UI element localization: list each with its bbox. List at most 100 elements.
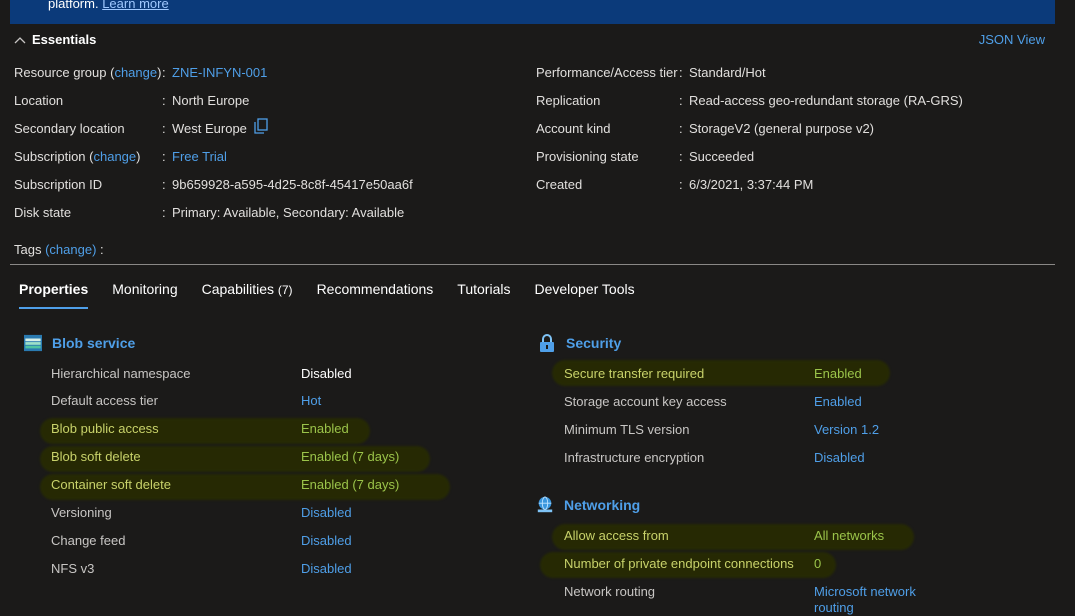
ess-label: Provisioning state xyxy=(536,149,639,164)
prop-change-feed: Change feed Disabled xyxy=(51,531,491,551)
replication-value: Read-access geo-redundant storage (RA-GR… xyxy=(689,93,963,108)
ess-label: Replication xyxy=(536,93,601,108)
prop-label: NFS v3 xyxy=(51,561,95,576)
resource-group-link[interactable]: ZNE-INFYN-001 xyxy=(172,64,267,82)
divider xyxy=(10,264,1055,265)
prop-label: Network routing xyxy=(564,584,656,599)
colon: : xyxy=(162,65,166,80)
prop-value-link[interactable]: Enabled xyxy=(814,364,862,384)
ess-label: Secondary location xyxy=(14,121,125,136)
colon: : xyxy=(162,205,166,220)
ess-label: Performance/Access tier xyxy=(536,65,678,80)
blob-service-title[interactable]: Blob service xyxy=(52,335,135,351)
prop-label: Hierarchical namespace xyxy=(51,366,191,381)
copy-icon[interactable] xyxy=(254,118,268,134)
prop-account-key-access: Storage account key access Enabled xyxy=(564,392,1004,412)
tags-change-link[interactable]: (change) xyxy=(45,242,96,257)
ess-row-account-kind: Account kind : StorageV2 (general purpos… xyxy=(536,120,1036,138)
change-link[interactable]: change xyxy=(114,65,157,80)
prop-private-endpoints: Number of private endpoint connections 0 xyxy=(564,554,1004,574)
tab-properties[interactable]: Properties xyxy=(19,281,89,309)
prop-infrastructure-encryption: Infrastructure encryption Disabled xyxy=(564,448,1004,468)
colon: : xyxy=(162,121,166,136)
prop-allow-access-from: Allow access from All networks xyxy=(564,526,1004,546)
prop-value-link[interactable]: Version 1.2 xyxy=(814,420,879,440)
essentials-toggle[interactable]: Essentials xyxy=(14,32,96,47)
prop-label: Container soft delete xyxy=(51,477,171,492)
performance-value: Standard/Hot xyxy=(689,65,766,80)
ess-row-replication: Replication : Read-access geo-redundant … xyxy=(536,92,1036,110)
prop-value-link[interactable]: Microsoft network routing xyxy=(814,584,916,616)
prop-value-link[interactable]: Enabled xyxy=(814,392,862,412)
tab-capabilities[interactable]: Capabilities (7) xyxy=(202,281,293,303)
prop-value-link[interactable]: Disabled xyxy=(301,559,352,579)
subscription-link[interactable]: Free Trial xyxy=(172,148,227,166)
ess-row-subscription: Subscription (change) : Free Trial xyxy=(14,148,514,166)
json-view-link[interactable]: JSON View xyxy=(979,32,1045,47)
networking-title[interactable]: Networking xyxy=(564,497,640,513)
colon: : xyxy=(679,121,683,136)
ess-row-secondary-location: Secondary location : West Europe xyxy=(14,118,514,138)
prop-label: Blob public access xyxy=(51,421,159,436)
prop-container-soft-delete: Container soft delete Enabled (7 days) xyxy=(51,475,491,495)
ess-label: Subscription (change) xyxy=(14,149,141,164)
colon: : xyxy=(679,177,683,192)
tags-label: Tags xyxy=(14,242,42,257)
prop-value-link[interactable]: 0 xyxy=(814,554,821,574)
created-value: 6/3/2021, 3:37:44 PM xyxy=(689,177,814,192)
tags-colon: : xyxy=(100,242,104,257)
location-value: North Europe xyxy=(172,93,250,108)
prop-value-link[interactable]: Enabled xyxy=(301,419,349,439)
prop-value-link[interactable]: Disabled xyxy=(301,531,352,551)
ess-row-disk-state: Disk state : Primary: Available, Seconda… xyxy=(14,204,514,222)
security-header: Security xyxy=(538,334,621,352)
learn-more-link[interactable]: Learn more xyxy=(102,0,168,11)
tab-developer-tools[interactable]: Developer Tools xyxy=(534,281,634,303)
ess-row-performance: Performance/Access tier : Standard/Hot xyxy=(536,64,1036,82)
prop-nfs-v3: NFS v3 Disabled xyxy=(51,559,491,579)
prop-value-link[interactable]: All networks xyxy=(814,526,884,546)
colon: : xyxy=(679,93,683,108)
blob-service-header: Blob service xyxy=(24,334,135,352)
prop-blob-public-access: Blob public access Enabled xyxy=(51,419,491,439)
tab-tutorials[interactable]: Tutorials xyxy=(457,281,510,303)
prop-value-link[interactable]: Enabled (7 days) xyxy=(301,447,399,467)
prop-value-link[interactable]: Hot xyxy=(301,391,321,411)
ess-row-created: Created : 6/3/2021, 3:37:44 PM xyxy=(536,176,1036,194)
prop-label: Change feed xyxy=(51,533,126,548)
prop-label: Default access tier xyxy=(51,393,158,408)
prop-network-routing: Network routing Microsoft network routing xyxy=(564,582,1004,615)
info-banner: platform. Learn more xyxy=(10,0,1055,24)
secondary-location-value: West Europe xyxy=(172,121,247,136)
lock-icon xyxy=(540,334,554,352)
colon: : xyxy=(679,149,683,164)
ess-label: Resource group (change) xyxy=(14,65,162,80)
colon: : xyxy=(162,93,166,108)
prop-value-link[interactable]: Disabled xyxy=(301,503,352,523)
essentials-title: Essentials xyxy=(32,32,97,47)
ess-label: Location xyxy=(14,93,64,108)
prop-value-link[interactable]: Disabled xyxy=(814,448,865,468)
tab-monitoring[interactable]: Monitoring xyxy=(112,281,177,303)
ess-label: Disk state xyxy=(14,205,72,220)
colon: : xyxy=(679,65,683,80)
tags-row: Tags (change) : xyxy=(14,242,104,257)
prop-secure-transfer: Secure transfer required Enabled xyxy=(564,364,1004,384)
blob-storage-icon xyxy=(24,334,42,352)
prop-min-tls: Minimum TLS version Version 1.2 xyxy=(564,420,1004,440)
prop-label: Secure transfer required xyxy=(564,366,705,381)
prop-value-link[interactable]: Enabled (7 days) xyxy=(301,475,399,495)
prop-label: Infrastructure encryption xyxy=(564,450,705,465)
chevron-up-icon xyxy=(14,36,26,43)
ess-row-subscription-id: Subscription ID : 9b659928-a595-4d25-8c8… xyxy=(14,176,514,194)
prop-value: Disabled xyxy=(301,366,352,381)
tab-recommendations[interactable]: Recommendations xyxy=(317,281,434,303)
prop-label: Number of private endpoint connections xyxy=(564,556,794,571)
prop-label: Minimum TLS version xyxy=(564,422,690,437)
ess-label: Account kind xyxy=(536,121,611,136)
prop-blob-soft-delete: Blob soft delete Enabled (7 days) xyxy=(51,447,491,467)
network-globe-icon xyxy=(537,496,553,513)
security-title[interactable]: Security xyxy=(566,335,621,351)
change-link[interactable]: change xyxy=(93,149,136,164)
subscription-id-value: 9b659928-a595-4d25-8c8f-45417e50aa6f xyxy=(172,177,413,192)
